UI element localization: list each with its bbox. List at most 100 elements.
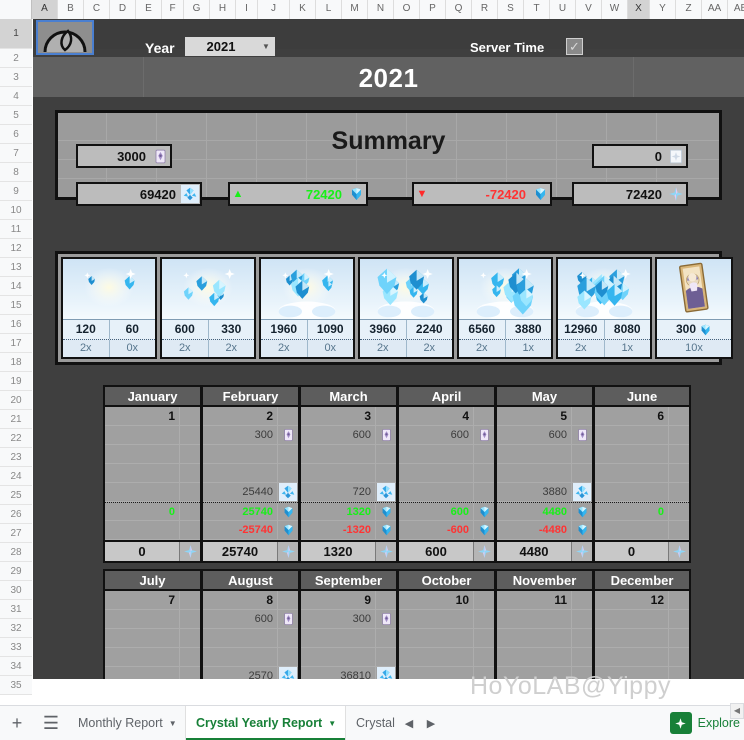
crystal-pack-card[interactable]: 6560 3880 2x 1x <box>457 257 553 359</box>
summary-fate-box[interactable]: 3000 <box>76 144 172 168</box>
summary-crystal-balance-box[interactable]: 69420 <box>76 182 202 206</box>
row-header-23[interactable]: 23 <box>0 448 32 467</box>
row-header-35[interactable]: 35 <box>0 676 32 695</box>
chevron-down-icon[interactable]: ▼ <box>328 719 336 728</box>
month-column[interactable]: December1200 <box>593 569 691 679</box>
row-header-20[interactable]: 20 <box>0 391 32 410</box>
column-header-l[interactable]: L <box>316 0 342 19</box>
column-header-n[interactable]: N <box>368 0 394 19</box>
column-header-d[interactable]: D <box>110 0 136 19</box>
column-header-j[interactable]: J <box>258 0 290 19</box>
row-header-34[interactable]: 34 <box>0 657 32 676</box>
sheet-tab-crystal-yearly-report[interactable]: Crystal Yearly Report ▼ <box>186 705 346 740</box>
row-header-33[interactable]: 33 <box>0 638 32 657</box>
month-column[interactable]: February 2 300 25440 25740 -25740 25740 <box>201 385 299 563</box>
row-header-2[interactable]: 2 <box>0 49 32 68</box>
column-header-p[interactable]: P <box>420 0 446 19</box>
crystal-pack-card[interactable]: 600 330 2x 2x <box>160 257 256 359</box>
column-header-e[interactable]: E <box>136 0 162 19</box>
column-header-v[interactable]: V <box>576 0 602 19</box>
column-header-i[interactable]: I <box>236 0 258 19</box>
column-header-k[interactable]: K <box>290 0 316 19</box>
column-header-u[interactable]: U <box>550 0 576 19</box>
month-column[interactable]: April 4 600 600 -600 600 <box>397 385 495 563</box>
column-header-x[interactable]: X <box>628 0 650 19</box>
row-header-12[interactable]: 12 <box>0 239 32 258</box>
column-header-t[interactable]: T <box>524 0 550 19</box>
column-header-f[interactable]: F <box>162 0 184 19</box>
row-header-7[interactable]: 7 <box>0 144 32 163</box>
summary-primogem-net-box[interactable]: 72420 <box>572 182 688 206</box>
column-header-h[interactable]: H <box>210 0 236 19</box>
month-column[interactable]: November1100 <box>495 569 593 679</box>
column-header-r[interactable]: R <box>472 0 498 19</box>
row-header-6[interactable]: 6 <box>0 125 32 144</box>
row-header-5[interactable]: 5 <box>0 106 32 125</box>
row-header-24[interactable]: 24 <box>0 467 32 486</box>
row-header-16[interactable]: 16 <box>0 315 32 334</box>
server-time-checkbox[interactable]: ✓ <box>566 38 583 55</box>
month-column[interactable]: May 5 600 3880 4480 -4480 4480 <box>495 385 593 563</box>
row-header-8[interactable]: 8 <box>0 163 32 182</box>
row-header-18[interactable]: 18 <box>0 353 32 372</box>
crystal-pack-card[interactable]: 120 60 2x 0x <box>61 257 157 359</box>
column-header-aa[interactable]: AA <box>702 0 728 19</box>
month-column[interactable]: June 6 0 0 <box>593 385 691 563</box>
add-sheet-button[interactable]: + <box>0 706 34 740</box>
row-header-19[interactable]: 19 <box>0 372 32 391</box>
summary-loss-box[interactable]: ▼ -72420 <box>412 182 552 206</box>
sheet-tab-crystal-lo[interactable]: Crystal Lo <box>346 706 398 740</box>
row-header-22[interactable]: 22 <box>0 429 32 448</box>
crystal-pack-card[interactable]: 1960 1090 2x 0x <box>259 257 355 359</box>
row-header-3[interactable]: 3 <box>0 68 32 87</box>
crystal-pack-card[interactable]: 300 10x <box>655 257 733 359</box>
row-header-14[interactable]: 14 <box>0 277 32 296</box>
crystal-pack-card[interactable]: 12960 8080 2x 1x <box>556 257 652 359</box>
next-sheet-button[interactable]: ▶ <box>420 706 442 740</box>
row-header-32[interactable]: 32 <box>0 619 32 638</box>
vertical-scrollbar-arrow[interactable]: ◀ <box>730 703 744 719</box>
row-header-29[interactable]: 29 <box>0 562 32 581</box>
column-header-s[interactable]: S <box>498 0 524 19</box>
row-header-26[interactable]: 26 <box>0 505 32 524</box>
row-header-28[interactable]: 28 <box>0 543 32 562</box>
month-column[interactable]: October1000 <box>397 569 495 679</box>
row-header-11[interactable]: 11 <box>0 220 32 239</box>
chevron-down-icon[interactable]: ▼ <box>169 719 177 728</box>
row-header-27[interactable]: 27 <box>0 524 32 543</box>
column-header-m[interactable]: M <box>342 0 368 19</box>
all-sheets-button[interactable]: ☰ <box>34 706 68 740</box>
row-header-13[interactable]: 13 <box>0 258 32 277</box>
crystal-pack-card[interactable]: 3960 2240 2x 2x <box>358 257 454 359</box>
column-header-b[interactable]: B <box>58 0 84 19</box>
summary-starglitter-box[interactable]: 0 <box>592 144 688 168</box>
row-header-4[interactable]: 4 <box>0 87 32 106</box>
month-column[interactable]: August860025703170-31703170 <box>201 569 299 679</box>
row-header-21[interactable]: 21 <box>0 410 32 429</box>
row-header-25[interactable]: 25 <box>0 486 32 505</box>
row-header-15[interactable]: 15 <box>0 296 32 315</box>
month-column[interactable]: July700 <box>103 569 201 679</box>
column-header-g[interactable]: G <box>184 0 210 19</box>
paimon-logo-icon[interactable] <box>36 20 94 55</box>
column-header-w[interactable]: W <box>602 0 628 19</box>
column-header-o[interactable]: O <box>394 0 420 19</box>
column-header-a[interactable]: A <box>32 0 58 19</box>
year-dropdown[interactable]: 2021 ▼ <box>185 37 275 56</box>
row-header-17[interactable]: 17 <box>0 334 32 353</box>
row-header-10[interactable]: 10 <box>0 201 32 220</box>
select-all-corner[interactable] <box>0 0 32 19</box>
month-column[interactable]: March 3 600 720 1320 -1320 1320 <box>299 385 397 563</box>
column-header-c[interactable]: C <box>84 0 110 19</box>
column-header-z[interactable]: Z <box>676 0 702 19</box>
column-header-y[interactable]: Y <box>650 0 676 19</box>
prev-sheet-button[interactable]: ◀ <box>398 706 420 740</box>
row-header-1[interactable]: 1 <box>0 19 32 49</box>
row-header-30[interactable]: 30 <box>0 581 32 600</box>
column-header-q[interactable]: Q <box>446 0 472 19</box>
sheet-tab-monthly-report[interactable]: Monthly Report ▼ <box>68 705 186 740</box>
month-column[interactable]: September93003681037110-3711037110 <box>299 569 397 679</box>
column-header-ab[interactable]: AB <box>728 0 744 19</box>
row-header-31[interactable]: 31 <box>0 600 32 619</box>
month-column[interactable]: January 1 0 0 <box>103 385 201 563</box>
